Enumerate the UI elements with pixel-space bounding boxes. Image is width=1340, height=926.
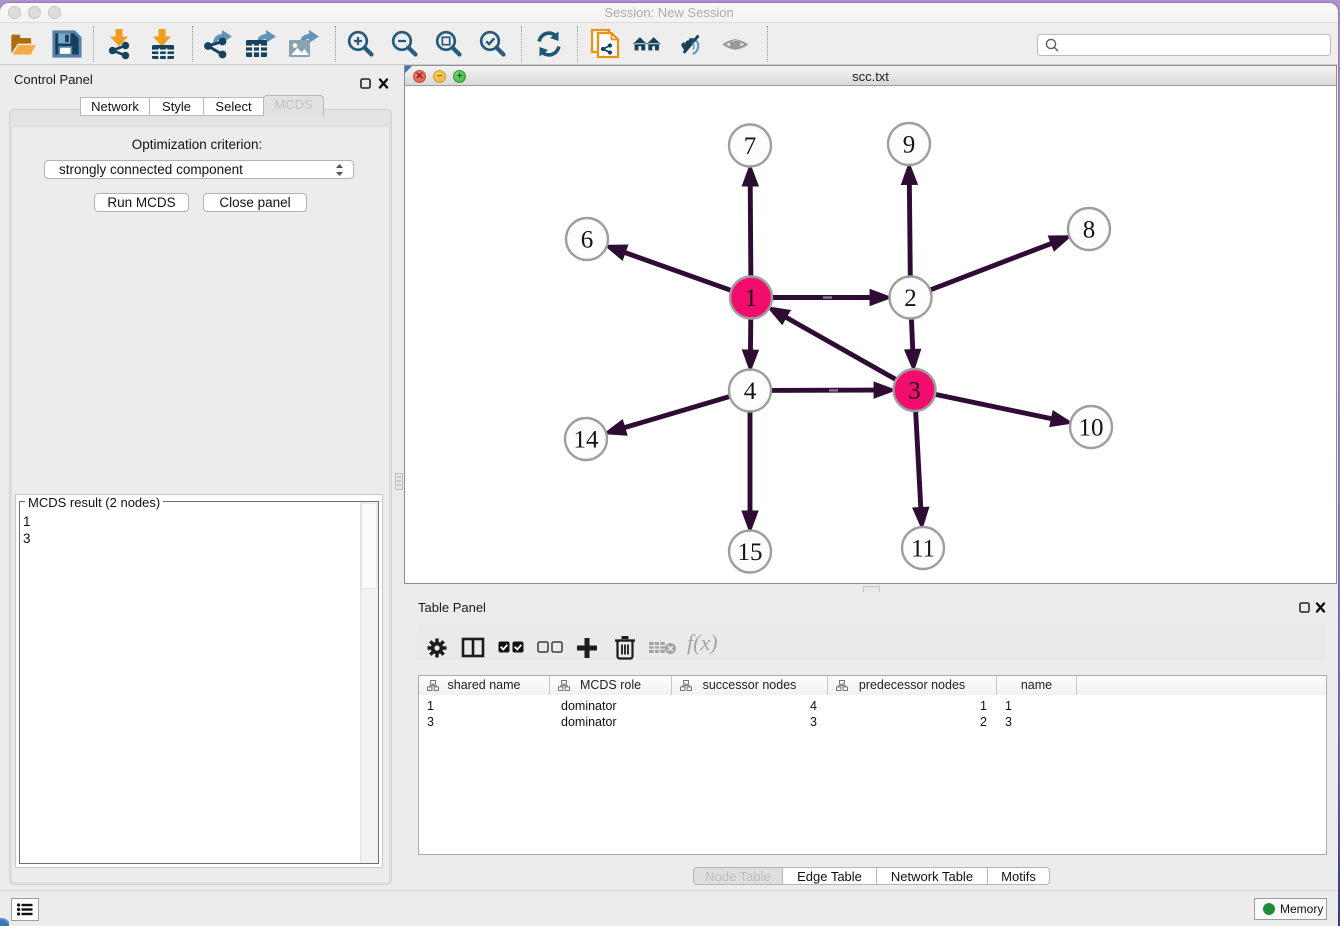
svg-text:7: 7 xyxy=(744,133,757,160)
svg-text:2: 2 xyxy=(904,285,917,312)
svg-text:8: 8 xyxy=(1083,217,1096,244)
svg-text:4: 4 xyxy=(744,378,757,405)
svg-text:1: 1 xyxy=(745,285,758,312)
svg-text:3: 3 xyxy=(908,378,921,405)
svg-text:6: 6 xyxy=(581,227,594,254)
svg-text:15: 15 xyxy=(738,539,763,566)
svg-text:9: 9 xyxy=(903,132,916,159)
svg-text:11: 11 xyxy=(911,536,935,563)
svg-text:14: 14 xyxy=(574,427,600,454)
svg-text:10: 10 xyxy=(1079,415,1104,442)
